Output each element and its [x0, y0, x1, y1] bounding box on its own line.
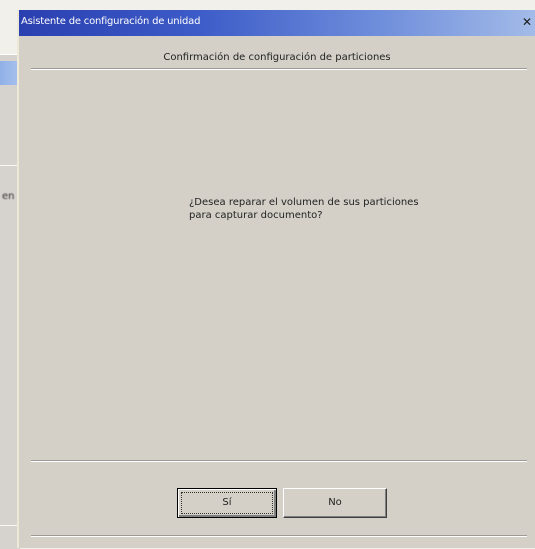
no-button[interactable]: No — [283, 488, 387, 518]
wizard-header: Confirmación de configuración de partici… — [19, 36, 535, 70]
button-area-separator — [31, 460, 527, 462]
dialog-title: Asistente de configuración de unidad — [21, 16, 201, 27]
close-icon[interactable]: ✕ — [520, 14, 534, 30]
wizard-dialog: Asistente de configuración de unidad ✕ C… — [17, 10, 535, 548]
yes-button[interactable]: Sí — [177, 488, 277, 518]
dialog-message-line-2: para capturar documento? — [189, 210, 323, 221]
dialog-message-line-1: ¿Desea reparar el volumen de sus partici… — [189, 197, 419, 208]
background-window-text: en — [2, 191, 15, 202]
wizard-header-title: Confirmación de configuración de partici… — [163, 52, 391, 63]
dialog-titlebar[interactable]: Asistente de configuración de unidad ✕ — [19, 10, 535, 36]
header-separator — [31, 68, 527, 70]
focus-rectangle — [181, 492, 273, 514]
bottom-separator — [31, 535, 527, 537]
no-button-label: No — [328, 497, 342, 508]
dialog-message: ¿Desea reparar el volumen de sus partici… — [189, 196, 419, 222]
